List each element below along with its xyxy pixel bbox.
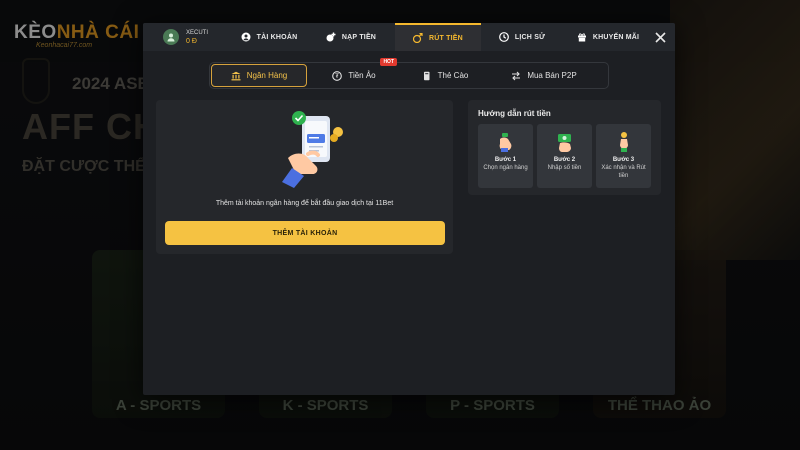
- balance: 0 Đ: [186, 37, 197, 45]
- history-icon: [499, 32, 509, 42]
- add-account-button[interactable]: THÊM TÀI KHOẢN: [165, 221, 445, 245]
- withdraw-icon: [413, 33, 423, 43]
- avatar: [163, 29, 179, 45]
- subtab-crypto[interactable]: ₮ Tiền Ảo HOT: [307, 58, 401, 87]
- tab-promotions[interactable]: KHUYẾN MÃI: [563, 23, 653, 51]
- withdraw-guide-panel: Hướng dẫn rút tiền Bước 1 Chọn ngân hàng: [468, 100, 661, 195]
- tab-withdraw[interactable]: RÚT TIỀN: [395, 23, 481, 51]
- card-icon: [423, 71, 430, 80]
- crypto-icon: ₮: [332, 70, 343, 81]
- step-desc: Nhập số tiền: [547, 165, 582, 171]
- hot-badge: HOT: [380, 58, 397, 66]
- enter-amount-hand-icon: [557, 134, 571, 152]
- phone-hand-illustration-icon: [282, 111, 343, 188]
- guide-step-2: Bước 2 Nhập số tiền: [537, 124, 592, 188]
- svg-text:₮: ₮: [335, 73, 339, 80]
- p2p-icon: [512, 71, 521, 80]
- tab-deposit[interactable]: NẠP TIỀN: [307, 23, 395, 51]
- tab-account[interactable]: TÀI KHOẢN: [231, 23, 307, 51]
- select-bank-hand-icon: [499, 133, 511, 152]
- step-desc: Chọn ngân hàng: [483, 165, 528, 171]
- step-title: Bước 2: [553, 157, 576, 163]
- step-title: Bước 1: [494, 157, 517, 163]
- subtab-scratch-card[interactable]: Thẻ Cào: [401, 64, 489, 87]
- gift-icon: [577, 33, 586, 42]
- guide-title: Hướng dẫn rút tiền: [478, 109, 551, 118]
- deposit-icon: [326, 32, 336, 42]
- close-button[interactable]: [651, 28, 669, 46]
- user-icon: [241, 32, 251, 42]
- confirm-withdraw-hand-icon: [619, 132, 628, 152]
- wallet-modal: XECUTI 0 Đ TÀI KHOẢN NẠP TIỀN RÚT TIỀN L…: [143, 23, 675, 395]
- username: XECUTI: [186, 29, 209, 36]
- subtab-bank[interactable]: Ngân Hàng: [211, 64, 307, 87]
- user-avatar-icon: [167, 33, 175, 42]
- modal-nav: XECUTI 0 Đ TÀI KHOẢN NẠP TIỀN RÚT TIỀN L…: [143, 23, 675, 51]
- step-title: Bước 3: [612, 157, 635, 163]
- bank-account-panel: Thêm tài khoản ngân hàng để bắt đầu giao…: [156, 100, 453, 254]
- subtab-p2p[interactable]: Mua Bán P2P: [489, 64, 599, 87]
- empty-state-text: Thêm tài khoản ngân hàng để bắt đầu giao…: [215, 200, 394, 207]
- guide-step-1: Bước 1 Chọn ngân hàng: [478, 124, 533, 188]
- guide-step-3: Bước 3 Xác nhận và Rút tiền: [596, 124, 651, 188]
- withdraw-method-tabs: Ngân Hàng ₮ Tiền Ảo HOT Thẻ Cào Mua Bán …: [209, 58, 609, 89]
- close-icon: [654, 31, 666, 43]
- bank-icon: [231, 71, 241, 80]
- user-info: XECUTI 0 Đ: [143, 23, 231, 51]
- step-desc: Xác nhận và Rút tiền: [601, 165, 646, 179]
- tab-history[interactable]: LỊCH SỬ: [481, 23, 563, 51]
